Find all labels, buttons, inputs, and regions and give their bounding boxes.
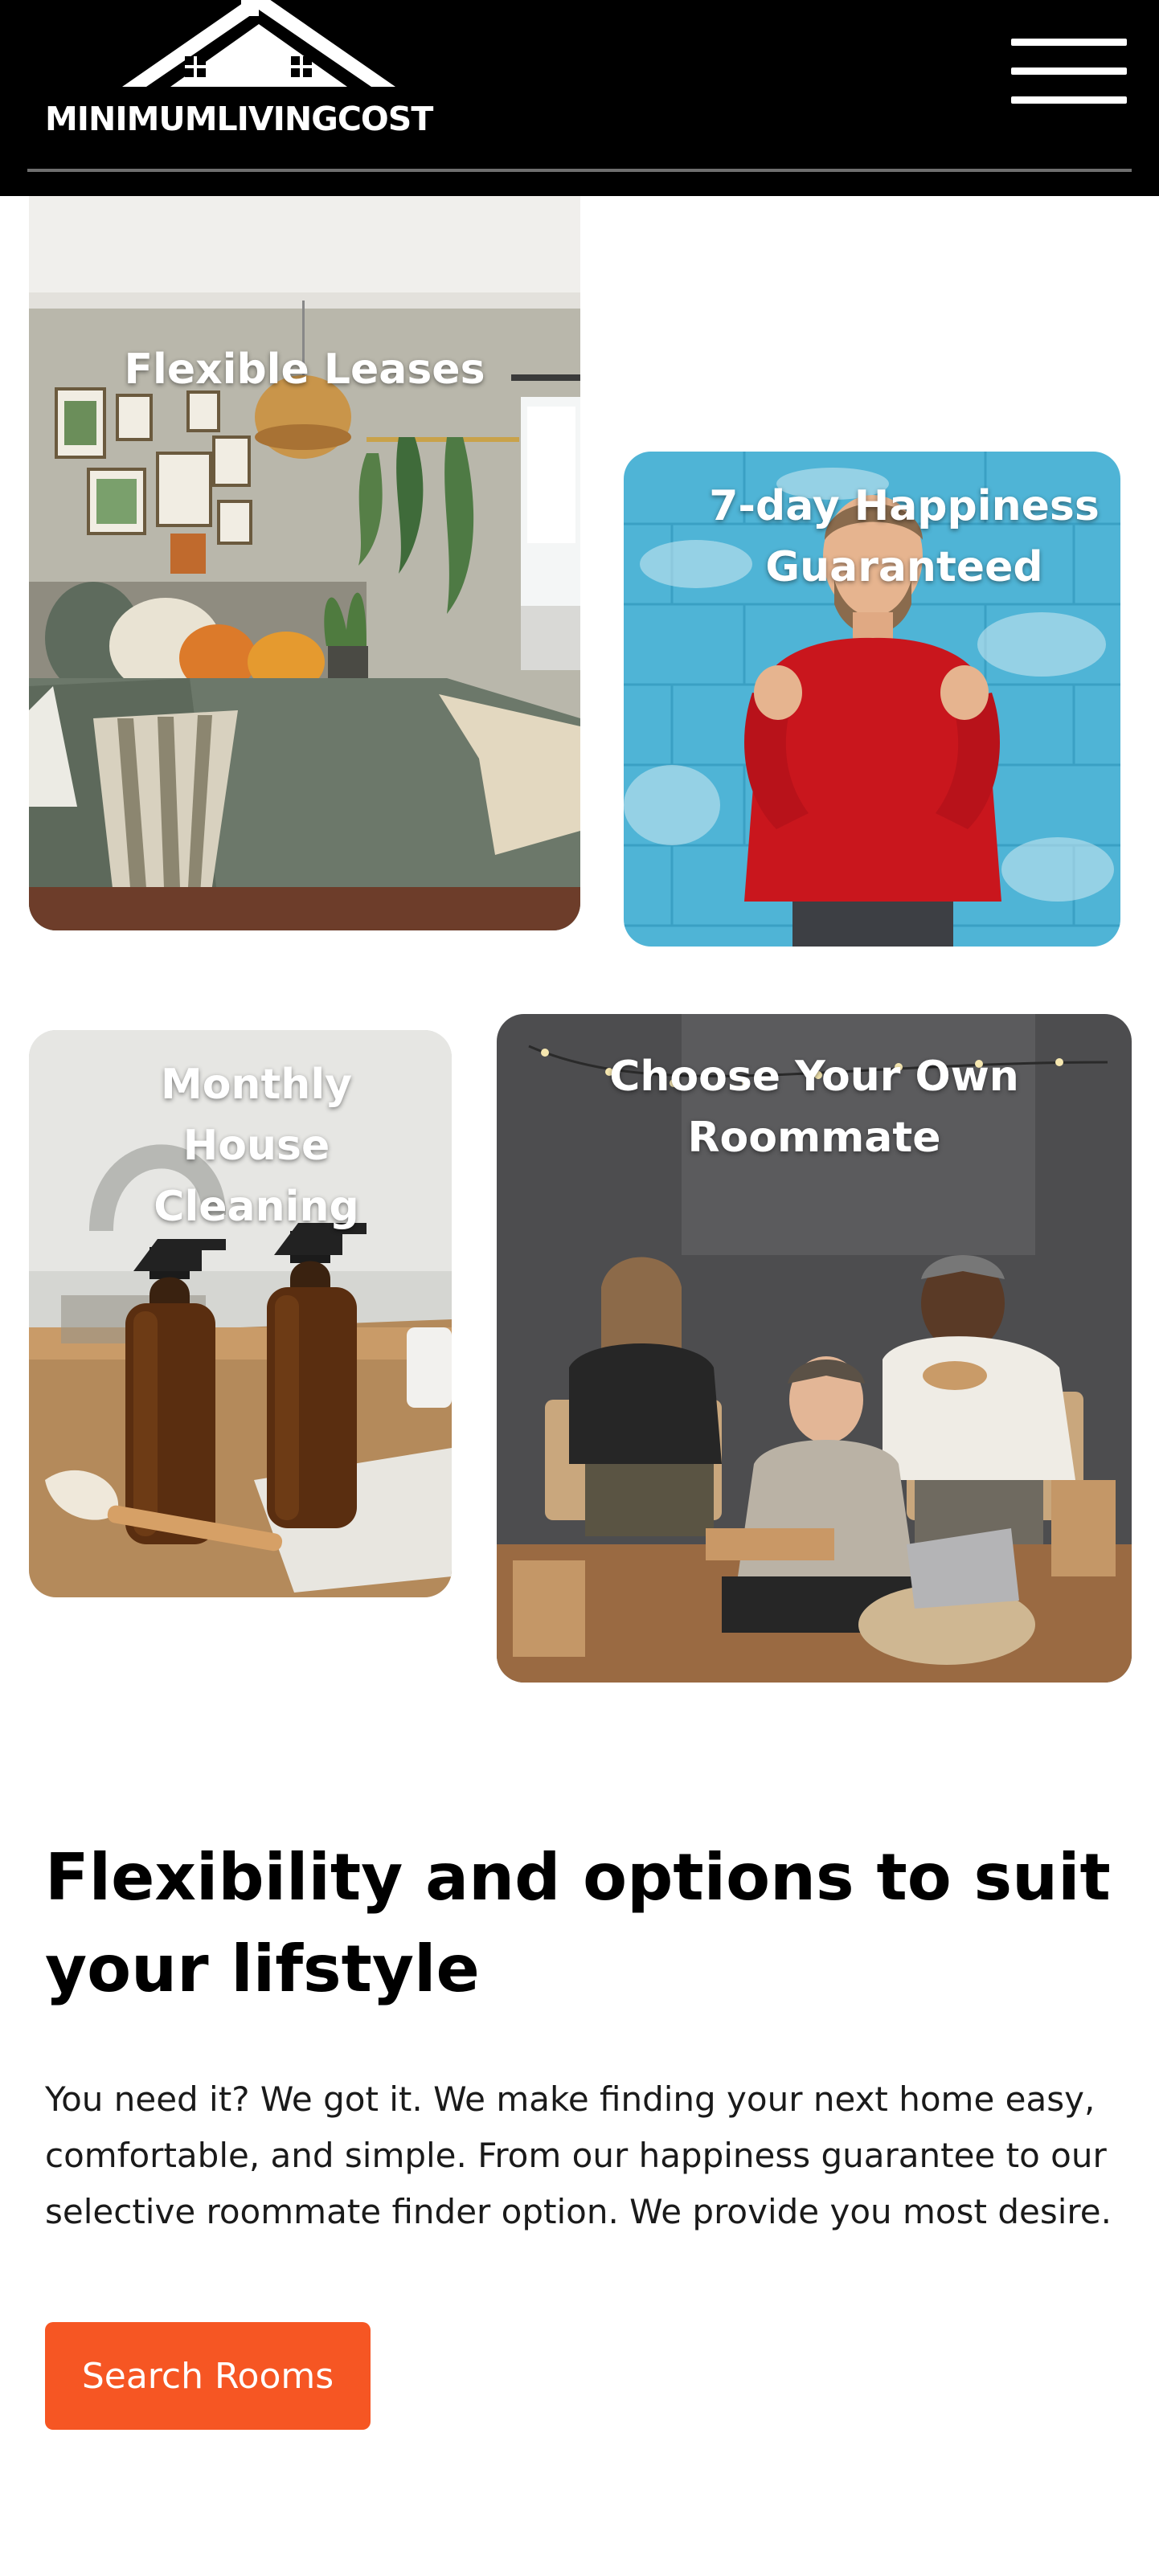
house-roof-icon <box>122 0 395 87</box>
feature-card-house-cleaning[interactable]: Monthly House Cleaning <box>29 1030 452 1597</box>
feature-title: Flexible Leases <box>124 346 485 394</box>
feature-card-flexible-leases[interactable]: Flexible Leases <box>29 196 580 930</box>
feature-title: Choose Your Own Roommate <box>609 1053 1019 1162</box>
site-logo[interactable]: MINIMUMLIVINGCOST <box>42 0 476 145</box>
header-divider <box>27 169 1132 172</box>
section-description: You need it? We got it. We make finding … <box>45 2079 1112 2231</box>
feature-title: Monthly House Cleaning <box>154 1061 359 1231</box>
feature-card-happiness-guaranteed[interactable]: 7-day Happiness Guaranteed <box>624 452 1120 947</box>
menu-bar <box>1011 67 1127 75</box>
section-heading: Flexibility and options to suit your lif… <box>45 1840 1111 2006</box>
page: MINIMUMLIVINGCOST Flexible Leases 7-day … <box>0 0 1159 2576</box>
bedroom-photo <box>29 196 580 930</box>
logo-text: MINIMUMLIVINGCOST <box>45 100 433 138</box>
search-rooms-button[interactable]: Search Rooms <box>45 2322 371 2430</box>
feature-title: 7-day Happiness Guaranteed <box>709 482 1100 591</box>
menu-bar <box>1011 39 1127 46</box>
hamburger-menu-icon[interactable] <box>1011 39 1127 104</box>
feature-card-choose-roommate[interactable]: Choose Your Own Roommate <box>497 1014 1132 1683</box>
site-header: MINIMUMLIVINGCOST <box>0 0 1159 196</box>
menu-bar <box>1011 96 1127 104</box>
